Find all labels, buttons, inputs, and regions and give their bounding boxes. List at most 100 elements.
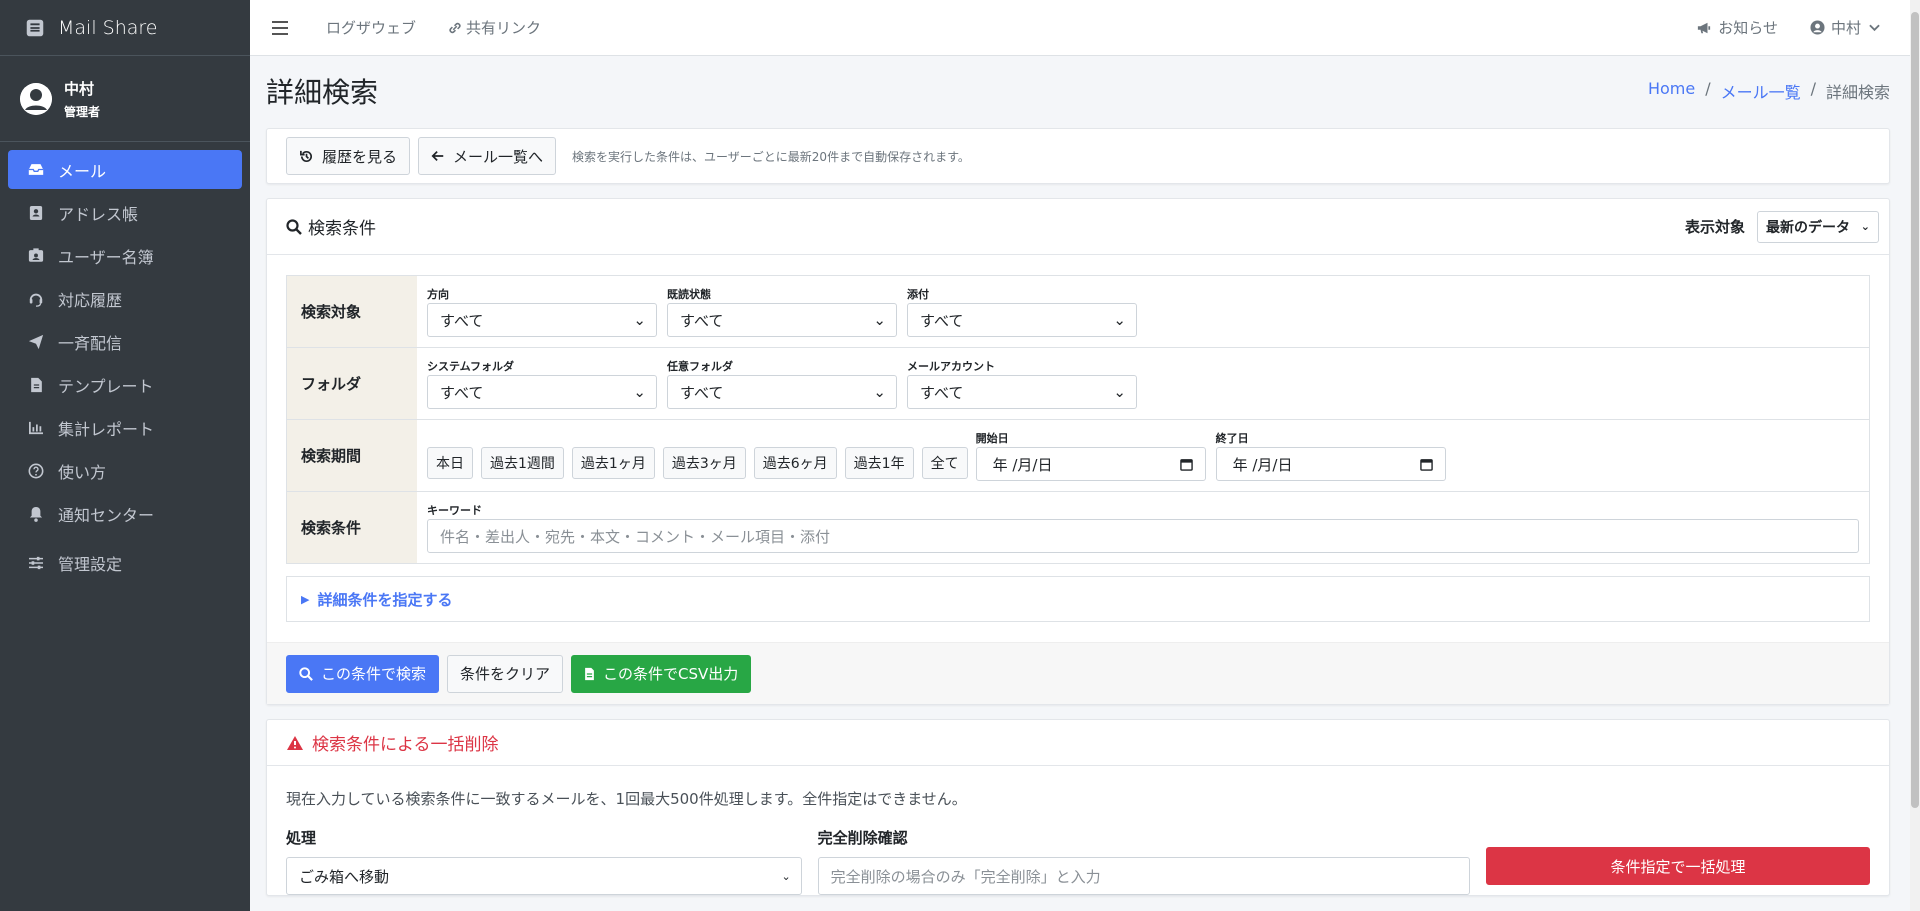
sidebar-item-notification-center[interactable]: 通知センター: [8, 494, 242, 533]
chevron-down-icon: ⌄: [781, 869, 791, 883]
period-1week-button[interactable]: 過去1週間: [481, 447, 564, 479]
sidebar-item-label: メール: [58, 161, 107, 181]
direction-select[interactable]: すべて ⌄: [427, 303, 657, 337]
mail-account-label: メールアカウント: [907, 360, 995, 373]
period-today-button[interactable]: 本日: [427, 447, 473, 479]
history-icon: [300, 150, 312, 162]
back-to-list-button[interactable]: メール一覧へ: [418, 137, 557, 175]
user-avatar-icon: [20, 82, 52, 115]
attachment-select[interactable]: すべて ⌄: [907, 303, 1137, 337]
start-date-input[interactable]: 年 /月/日: [975, 447, 1206, 481]
start-date-placeholder: 年 /月/日: [992, 455, 1053, 474]
user-menu[interactable]: 中村: [1810, 17, 1880, 38]
notice-link[interactable]: お知らせ: [1696, 17, 1778, 38]
keyword-placeholder: 件名・差出人・宛先・本文・コメント・メール項目・添付: [440, 527, 831, 546]
bulk-delete-description: 現在入力している検索条件に一致するメールを、1回最大500件処理します。全件指定…: [286, 790, 967, 808]
chevron-down-icon: ⌄: [1113, 383, 1126, 401]
sidebar-nav: メール アドレス帳 ユーザー名簿 対応履歴 一斉配信 テンプレート 集計レポート: [0, 142, 250, 594]
start-date-label: 開始日: [975, 432, 1009, 445]
sidebar-item-admin-settings[interactable]: 管理設定: [8, 543, 242, 582]
bulk-delete-header: 検索条件による一括削除: [267, 720, 1889, 766]
confirm-input[interactable]: 完全削除の場合のみ「完全削除」と入力: [817, 857, 1470, 895]
custom-folder-value: すべて: [680, 383, 724, 402]
user-panel[interactable]: 中村 管理者: [0, 56, 250, 142]
direction-label: 方向: [427, 288, 449, 301]
system-folder-label: システムフォルダ: [427, 360, 515, 373]
topbar: ログザウェブ 共有リンク お知らせ 中村: [250, 0, 1910, 56]
csv-export-label: この条件でCSV出力: [603, 665, 739, 683]
question-circle-icon: [26, 462, 46, 480]
scrollbar-thumb[interactable]: [1911, 12, 1919, 808]
sidebar-item-help[interactable]: 使い方: [8, 451, 242, 490]
custom-folder-select[interactable]: すべて ⌄: [667, 375, 897, 409]
brand[interactable]: Mail Share: [0, 0, 250, 56]
file-csv-icon: [585, 667, 594, 680]
confirm-label: 完全削除確認: [817, 829, 908, 847]
keyword-input[interactable]: 件名・差出人・宛先・本文・コメント・メール項目・添付: [427, 519, 1859, 553]
top-link-share-label: 共有リンク: [466, 19, 542, 37]
sidebar-item-report[interactable]: 集計レポート: [8, 408, 242, 447]
user-menu-label: 中村: [1830, 19, 1861, 37]
top-link-logtheweb[interactable]: ログザウェブ: [326, 17, 416, 38]
page-scrollbar[interactable]: [1910, 0, 1920, 911]
breadcrumb-mail-list[interactable]: メール一覧: [1721, 79, 1801, 103]
page-title: 詳細検索: [266, 76, 379, 109]
csv-export-button[interactable]: この条件でCSV出力: [571, 654, 752, 693]
clear-button[interactable]: 条件をクリア: [447, 654, 564, 693]
sidebar-item-label: ユーザー名簿: [58, 247, 154, 267]
sidebar-item-template[interactable]: テンプレート: [8, 365, 242, 404]
search-card-title: 検索条件: [286, 214, 376, 239]
file-icon: [26, 376, 46, 394]
period-all-button[interactable]: 全て: [921, 447, 968, 479]
period-3months-button[interactable]: 過去3ヶ月: [662, 447, 746, 479]
period-1month-button[interactable]: 過去1ヶ月: [571, 447, 655, 479]
display-target-select[interactable]: 最新のデータ ⌄: [1757, 210, 1879, 243]
sidebar-item-user-list[interactable]: ユーザー名簿: [8, 236, 242, 275]
system-folder-value: すべて: [440, 383, 484, 402]
period-6months-button[interactable]: 過去6ヶ月: [753, 447, 837, 479]
sidebar-item-address-book[interactable]: アドレス帳: [8, 193, 242, 232]
read-status-select[interactable]: すべて ⌄: [667, 303, 897, 337]
main-content: 詳細検索 Home / メール一覧 / 詳細検索 履歴を見る メール一覧へ 検索を実…: [266, 56, 1890, 896]
advanced-conditions-toggle[interactable]: ▶ 詳細条件を指定する: [286, 576, 1870, 622]
sidebar-item-broadcast[interactable]: 一斉配信: [8, 322, 242, 361]
sidebar-item-mail[interactable]: メール: [8, 150, 242, 189]
sidebar-item-history[interactable]: 対応履歴: [8, 279, 242, 318]
chevron-down-icon: ⌄: [633, 383, 646, 401]
history-button[interactable]: 履歴を見る: [286, 137, 411, 175]
chevron-down-icon: ⌄: [1113, 311, 1126, 329]
user-circle-icon: [1810, 20, 1825, 35]
breadcrumb-current: 詳細検索: [1825, 83, 1890, 102]
mail-account-select[interactable]: すべて ⌄: [907, 375, 1137, 409]
user-name: 中村: [64, 79, 95, 98]
search-actions: この条件で検索 条件をクリア この条件でCSV出力: [267, 642, 1889, 704]
row-head: 検索期間: [287, 420, 417, 491]
top-link-share[interactable]: 共有リンク: [448, 17, 541, 38]
caret-right-icon: ▶: [301, 592, 310, 606]
bulk-delete-title: 検索条件による一括削除: [312, 735, 499, 755]
end-date-input[interactable]: 年 /月/日: [1215, 447, 1446, 481]
system-folder-select[interactable]: すべて ⌄: [427, 375, 657, 409]
chevron-down-icon: ⌄: [873, 311, 886, 329]
breadcrumb-home[interactable]: Home: [1648, 79, 1695, 103]
toolbar-card: 履歴を見る メール一覧へ 検索を実行した条件は、ユーザーごとに最新20件まで自動…: [266, 128, 1890, 184]
breadcrumb: Home / メール一覧 / 詳細検索: [1647, 79, 1890, 103]
link-icon: [449, 22, 461, 33]
clear-button-label: 条件をクリア: [460, 665, 551, 683]
action-select[interactable]: ごみ箱へ移動 ⌄: [286, 857, 802, 895]
paper-plane-icon: [26, 333, 46, 351]
direction-value: すべて: [440, 311, 484, 330]
mail-box-icon: [26, 19, 44, 36]
bell-icon: [26, 505, 46, 523]
search-button[interactable]: この条件で検索: [286, 654, 440, 693]
period-1year-button[interactable]: 過去1年: [844, 447, 914, 479]
bulk-process-button[interactable]: 条件指定で一括処理: [1486, 847, 1870, 885]
chevron-down-icon: ⌄: [1860, 220, 1870, 233]
search-title-label: 検索条件: [308, 219, 376, 239]
user-role: 管理者: [64, 104, 101, 119]
headset-icon: [26, 290, 46, 308]
menu-toggle-icon[interactable]: [272, 20, 288, 35]
sidebar-item-label: アドレス帳: [58, 204, 139, 224]
row-head: 検索対象: [287, 276, 417, 347]
row-condition: 検索条件 キーワード 件名・差出人・宛先・本文・コメント・メール項目・添付: [287, 492, 1869, 563]
